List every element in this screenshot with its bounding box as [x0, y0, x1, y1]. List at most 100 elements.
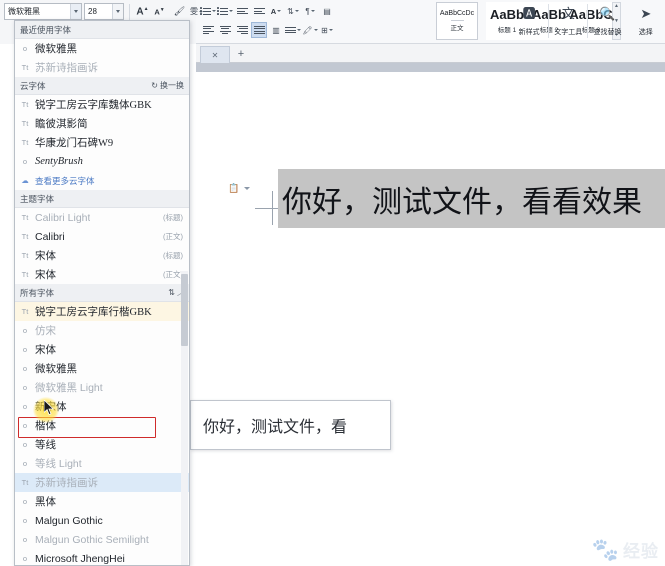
font-item-all-8[interactable]: o 等线 Light	[15, 454, 189, 473]
font-size-combobox[interactable]: 28	[84, 3, 124, 20]
borders-icon: ⊞	[321, 25, 328, 35]
text-tool-button[interactable]: 文 文字工具	[549, 0, 587, 40]
font-item-label: 等线	[35, 439, 56, 451]
font-item-cloud-0[interactable]: Tt 锐字工房云字库魏体GBK	[15, 95, 189, 114]
paste-options-icon[interactable]: 📋	[228, 183, 244, 195]
font-item-all-7[interactable]: o 等线	[15, 435, 189, 454]
crosshair-vertical	[272, 191, 273, 225]
align-justify-button[interactable]	[251, 22, 267, 38]
chevron-down-icon	[297, 29, 301, 31]
refresh-icon: ↻	[151, 81, 158, 90]
align-distribute-button[interactable]: ▥	[268, 22, 284, 38]
font-item-all-0[interactable]: Tt 锐字工房云字库行楷GBK	[15, 302, 189, 321]
font-list-scrollbar-thumb[interactable]	[181, 274, 188, 346]
font-item-label: 瞻彼淇影简	[35, 119, 88, 130]
font-type-icon: o	[22, 516, 28, 525]
font-size-dropdown-arrow[interactable]	[112, 4, 123, 19]
grow-font-button[interactable]: A▲	[135, 4, 150, 20]
line-spacing-button[interactable]	[285, 22, 301, 38]
bullets-button[interactable]	[200, 3, 216, 19]
font-item-label: 宋体	[35, 270, 56, 281]
font-item-recent-0[interactable]: o 微软雅黑	[15, 39, 189, 58]
select-button[interactable]: ➤ 选择	[627, 0, 665, 40]
font-item-all-12[interactable]: o Malgun Gothic Semilight	[15, 530, 189, 549]
font-item-label: Calibri	[35, 230, 65, 243]
align-left-icon	[202, 25, 214, 35]
font-item-label: 微软雅黑 Light	[35, 382, 103, 394]
close-icon[interactable]: ✕	[212, 51, 219, 60]
font-item-theme-0[interactable]: Tt Calibri Light (标题)	[15, 208, 189, 227]
font-item-label: 微软雅黑	[35, 363, 77, 375]
select-label: 选择	[638, 28, 653, 36]
find-replace-button[interactable]: 🔍 查找替换	[588, 0, 626, 40]
font-item-label: 苏新诗指画诉	[35, 62, 98, 74]
document-selected-text[interactable]: 你好，测试文件，看看效果	[278, 169, 665, 228]
font-name-dropdown-arrow[interactable]	[70, 4, 81, 19]
font-item-cloud-2[interactable]: Tt 华康龙门石碑W9	[15, 133, 189, 152]
font-item-tag: (正文)	[163, 270, 183, 279]
document-canvas[interactable]: 📋 你好，测试文件，看看效果 你好，测试文件，看 🐾 经验	[190, 63, 665, 566]
style-item-body[interactable]: AaBbCcDc 正文	[436, 2, 478, 40]
font-name-combobox[interactable]: 微软雅黑	[4, 3, 82, 20]
align-center-button[interactable]	[217, 22, 233, 38]
font-item-label: SentyBrush	[35, 156, 83, 167]
font-item-all-6[interactable]: o 楷体	[15, 416, 189, 435]
chevron-down-icon[interactable]	[244, 187, 250, 190]
font-item-all-2[interactable]: o 宋体	[15, 340, 189, 359]
font-item-label: 楷体	[35, 421, 56, 432]
chevron-down-icon	[116, 10, 120, 13]
sort-button[interactable]: ⇅	[285, 3, 301, 19]
font-controls-row: 微软雅黑 28 A▲ A▼ 🖌 雯	[4, 3, 204, 20]
font-item-recent-1[interactable]: Tt 苏新诗指画诉	[15, 58, 189, 77]
font-item-all-3[interactable]: o 微软雅黑	[15, 359, 189, 378]
select-cursor-icon: ➤	[640, 5, 652, 21]
font-item-all-5[interactable]: o 新宋体	[15, 397, 189, 416]
font-item-all-11[interactable]: o Malgun Gothic	[15, 511, 189, 530]
view-more-cloud-fonts-label: 查看更多云字体	[35, 175, 95, 186]
align-left-button[interactable]	[200, 22, 216, 38]
cloud-refresh-label: 换一换	[160, 81, 184, 90]
find-replace-icon: 🔍	[599, 5, 616, 21]
eraser-icon: 🖌	[173, 6, 186, 16]
baidu-jingyan-watermark: 🐾 经验	[592, 537, 659, 562]
numbering-button[interactable]	[217, 3, 233, 19]
asian-layout-button[interactable]: A	[268, 3, 284, 19]
view-more-cloud-fonts-link[interactable]: ☁ 查看更多云字体	[15, 171, 189, 190]
borders-button[interactable]: ⊞	[319, 22, 335, 38]
font-type-icon: o	[22, 402, 28, 411]
font-item-theme-1[interactable]: Tt Calibri (正文)	[15, 227, 189, 246]
font-item-cloud-1[interactable]: Tt 瞻彼淇影简	[15, 114, 189, 133]
align-right-button[interactable]	[234, 22, 250, 38]
font-item-all-13[interactable]: o Microsoft JhengHei	[15, 549, 189, 565]
font-item-all-10[interactable]: o 黑体	[15, 492, 189, 511]
show-marks-button[interactable]: ¶	[302, 3, 318, 19]
sort-icon[interactable]: ⇅	[168, 288, 175, 297]
cloud-refresh-link[interactable]: ↻ 换一换	[151, 80, 184, 91]
new-style-label: 新样式	[518, 28, 540, 36]
shrink-font-button[interactable]: A▼	[152, 4, 167, 20]
text-direction-button[interactable]: ▤	[319, 3, 335, 19]
document-tab[interactable]: ✕	[200, 46, 230, 63]
font-item-theme-3[interactable]: Tt 宋体 (正文)	[15, 265, 189, 284]
document-body-text: 你好，测试文件，看看效果	[282, 185, 642, 219]
font-item-all-9-selected[interactable]: Tt 苏新诗指画诉	[15, 473, 189, 492]
font-item-cloud-3[interactable]: o SentyBrush	[15, 152, 189, 171]
increase-indent-button[interactable]	[251, 3, 267, 19]
font-item-theme-2[interactable]: Tt 宋体 (标题)	[15, 246, 189, 265]
font-item-all-1[interactable]: o 仿宋	[15, 321, 189, 340]
chevron-down-icon	[310, 10, 315, 12]
font-dropdown-panel[interactable]: 最近使用字体 o 微软雅黑 Tt 苏新诗指画诉 云字体 ↻ 换一换 Tt 锐字工…	[14, 20, 190, 566]
new-style-button[interactable]: 🅰 新样式	[510, 0, 548, 40]
shading-icon: 🖍	[302, 25, 313, 35]
new-tab-button[interactable]: +	[234, 47, 248, 61]
font-type-icon: o	[22, 459, 28, 468]
shading-button[interactable]: 🖍	[302, 22, 318, 38]
document-tab-strip: ✕ +	[196, 44, 665, 63]
chevron-down-icon	[328, 29, 333, 31]
font-item-all-4[interactable]: o 微软雅黑 Light	[15, 378, 189, 397]
font-item-label: 锐字工房云字库行楷GBK	[35, 307, 152, 318]
font-item-label: 微软雅黑	[35, 43, 77, 55]
decrease-indent-button[interactable]	[234, 3, 250, 19]
clear-format-button[interactable]: 🖌	[172, 4, 187, 20]
right-tools-group: 🅰 新样式 文 文字工具 🔍 查找替换 ➤ 选择	[510, 0, 665, 44]
